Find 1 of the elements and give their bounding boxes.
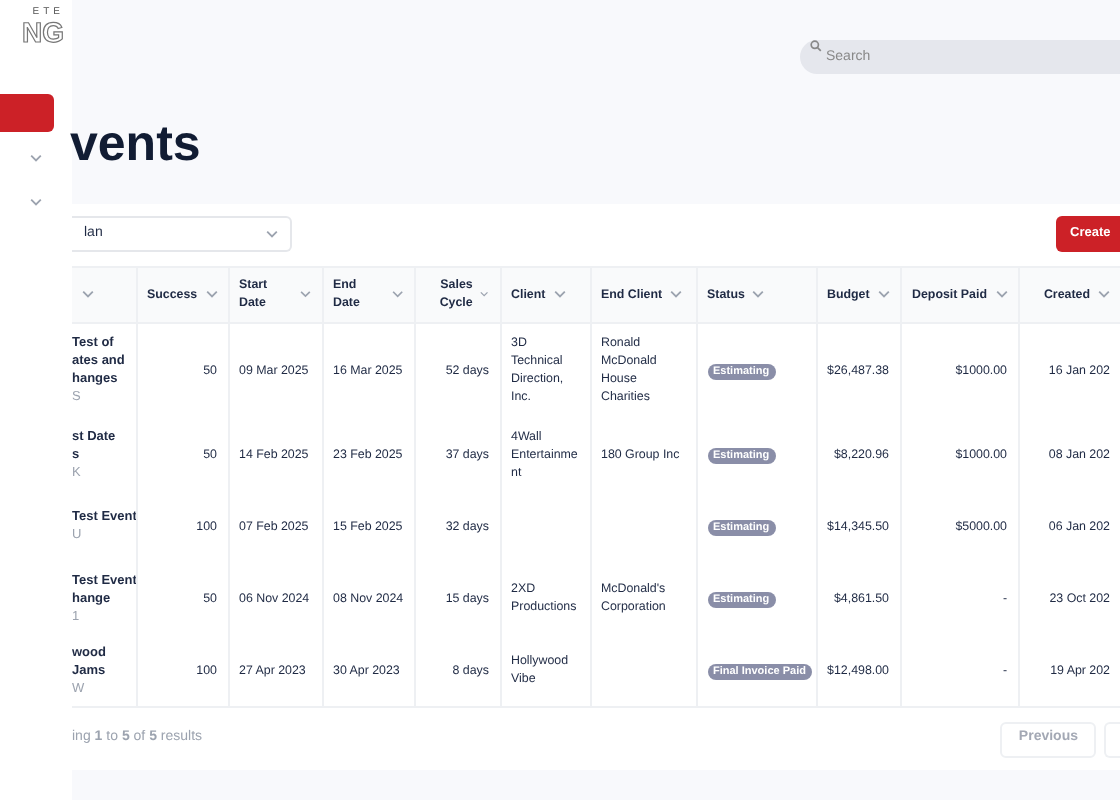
page-title: vents	[70, 114, 203, 177]
